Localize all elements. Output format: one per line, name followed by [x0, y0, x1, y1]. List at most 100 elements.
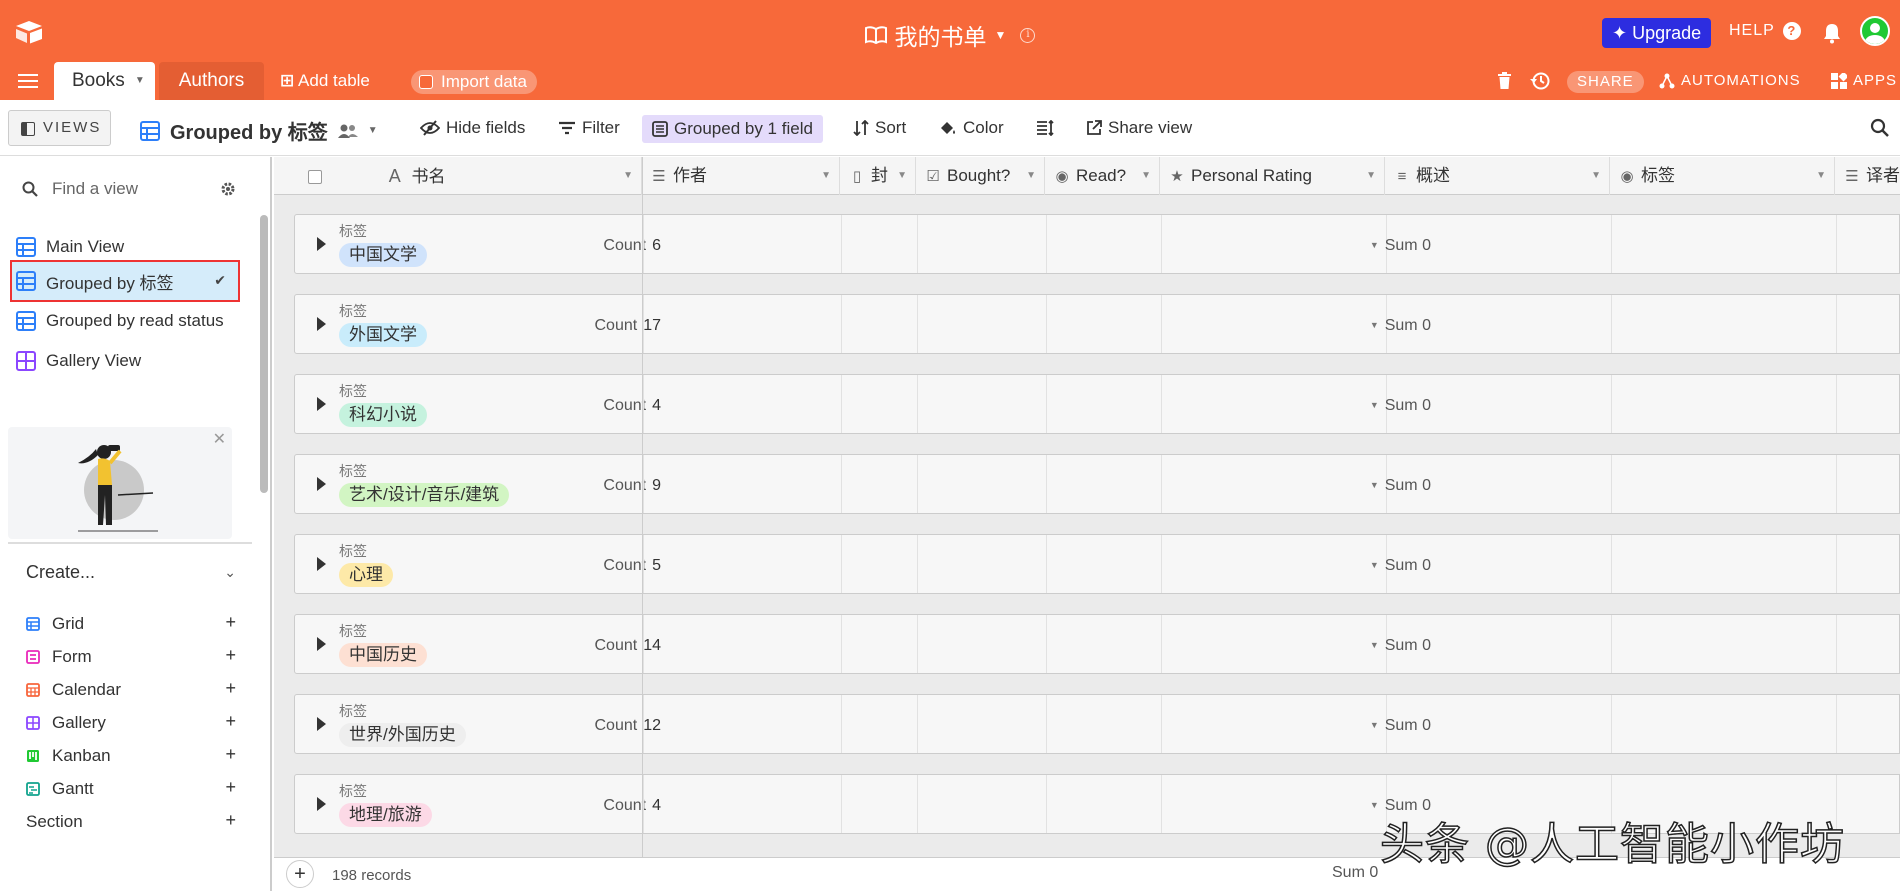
expand-arrow-icon[interactable] [317, 717, 326, 731]
tab-books[interactable]: Books ▼ [54, 62, 155, 100]
column-header-bought[interactable]: ☑ Bought? ▼ [917, 157, 1045, 195]
group-row[interactable]: 标签 外国文学 Count 17 ▼ Sum 0 [294, 294, 1900, 354]
current-view-switcher[interactable]: Grouped by 标签 ▼ [140, 116, 378, 145]
column-separator [643, 615, 644, 673]
create-section-button[interactable]: Section + [26, 807, 236, 837]
column-header-title[interactable]: A 书名 ▼ [274, 157, 642, 195]
sidebar-scrollbar[interactable] [260, 215, 268, 493]
column-header-author[interactable]: ☰ 作者 ▼ [643, 157, 840, 195]
column-header-cover[interactable]: ▯ 封 ▼ [841, 157, 916, 195]
create-gallery-button[interactable]: Gallery + [26, 708, 236, 738]
column-header-read[interactable]: ◉ Read? ▼ [1046, 157, 1160, 195]
chevron-down-icon[interactable]: ▼ [1026, 157, 1036, 195]
view-item-main[interactable]: Main View [12, 228, 238, 266]
column-header-summary[interactable]: ≡ 概述 ▼ [1386, 157, 1610, 195]
text-field-icon: A [388, 166, 401, 186]
column-header-personal-rating[interactable]: ★ Personal Rating ▼ [1161, 157, 1385, 195]
create-view-header[interactable]: Create... ⌄ [26, 562, 236, 583]
apps-button[interactable]: APPS [1831, 72, 1897, 89]
help-button[interactable]: HELP? [1729, 22, 1801, 40]
views-toggle-button[interactable]: VIEWS [8, 110, 111, 146]
expand-arrow-icon[interactable] [317, 397, 326, 411]
create-calendar-button[interactable]: Calendar + [26, 675, 236, 705]
group-row[interactable]: 标签 艺术/设计/音乐/建筑 Count 9 ▼ Sum 0 [294, 454, 1900, 514]
plus-icon[interactable]: + [225, 612, 236, 633]
group-row[interactable]: 标签 科幻小说 Count 4 ▼ Sum 0 [294, 374, 1900, 434]
group-sum[interactable]: ▼ Sum 0 [1333, 717, 1431, 735]
chevron-down-icon[interactable]: ▼ [1366, 157, 1376, 195]
tab-authors[interactable]: Authors [159, 62, 264, 100]
plus-icon[interactable]: + [225, 711, 236, 732]
chevron-down-icon[interactable]: ⌄ [224, 564, 236, 581]
group-sum[interactable]: ▼ Sum 0 [1333, 477, 1431, 495]
avatar[interactable] [1860, 16, 1890, 46]
add-record-button[interactable]: + [286, 860, 314, 888]
chevron-down-icon[interactable]: ▼ [135, 75, 145, 86]
create-grid-button[interactable]: Grid + [26, 609, 236, 639]
chevron-down-icon[interactable]: ▼ [995, 28, 1007, 42]
upgrade-button[interactable]: ✦ Upgrade [1602, 18, 1712, 48]
create-kanban-button[interactable]: Kanban + [26, 741, 236, 771]
row-height-icon[interactable] [1036, 120, 1054, 136]
group-sum[interactable]: ▼ Sum 0 [1333, 397, 1431, 415]
sum-label: Sum [1384, 637, 1418, 654]
hide-fields-button[interactable]: Hide fields [420, 118, 525, 138]
column-separator [841, 695, 842, 753]
column-header-tag[interactable]: ◉ 标签 ▼ [1611, 157, 1835, 195]
plus-icon[interactable]: + [225, 678, 236, 699]
expand-arrow-icon[interactable] [317, 477, 326, 491]
expand-arrow-icon[interactable] [317, 797, 326, 811]
plus-icon[interactable]: + [225, 810, 236, 831]
group-row[interactable]: 标签 心理 Count 5 ▼ Sum 0 [294, 534, 1900, 594]
filter-button[interactable]: Filter [558, 118, 620, 138]
view-item-grouped-by-tag[interactable]: Grouped by 标签 ✔ [10, 260, 240, 302]
group-sum[interactable]: ▼ Sum 0 [1333, 237, 1431, 255]
gear-icon[interactable] [220, 181, 236, 197]
close-icon[interactable]: ✕ [213, 429, 226, 449]
chevron-down-icon[interactable]: ▼ [623, 157, 633, 195]
plus-icon[interactable]: + [225, 777, 236, 798]
view-item-gallery[interactable]: Gallery View [12, 342, 238, 380]
chevron-down-icon[interactable]: ▼ [1141, 157, 1151, 195]
expand-arrow-icon[interactable] [317, 237, 326, 251]
view-item-grouped-by-read-status[interactable]: Grouped by read status [12, 302, 238, 340]
group-row[interactable]: 标签 中国历史 Count 14 ▼ Sum 0 [294, 614, 1900, 674]
share-button[interactable]: SHARE [1567, 71, 1644, 93]
automations-button[interactable]: AUTOMATIONS [1659, 72, 1801, 89]
group-sum[interactable]: ▼ Sum 0 [1333, 637, 1431, 655]
sort-button[interactable]: Sort [853, 118, 906, 138]
group-row[interactable]: 标签 中国文学 Count 6 ▼ Sum 0 [294, 214, 1900, 274]
expand-arrow-icon[interactable] [317, 317, 326, 331]
group-button[interactable]: Grouped by 1 field [642, 115, 823, 143]
trash-icon[interactable] [1498, 72, 1511, 89]
bell-icon[interactable] [1822, 22, 1842, 44]
select-all-checkbox[interactable] [308, 170, 322, 184]
group-row[interactable]: 标签 世界/外国历史 Count 12 ▼ Sum 0 [294, 694, 1900, 754]
group-sum[interactable]: ▼ Sum 0 [1333, 557, 1431, 575]
sum-label: Sum [1384, 237, 1418, 254]
plus-icon[interactable]: + [225, 645, 236, 666]
column-header-translator[interactable]: ☰ 译者 [1836, 157, 1900, 195]
chevron-down-icon[interactable]: ▼ [1816, 157, 1826, 195]
plus-icon[interactable]: + [225, 744, 236, 765]
column-separator [1046, 615, 1047, 673]
info-icon[interactable]: i [1020, 27, 1036, 43]
chevron-down-icon[interactable]: ▼ [897, 157, 907, 195]
column-separator [1161, 375, 1162, 433]
expand-arrow-icon[interactable] [317, 637, 326, 651]
expand-arrow-icon[interactable] [317, 557, 326, 571]
history-icon[interactable] [1530, 71, 1550, 91]
chevron-down-icon[interactable]: ▼ [368, 125, 378, 136]
group-sum[interactable]: ▼ Sum 0 [1333, 317, 1431, 335]
find-view-input[interactable]: Find a view [12, 171, 248, 207]
chevron-down-icon[interactable]: ▼ [821, 157, 831, 195]
chevron-down-icon[interactable]: ▼ [1591, 157, 1601, 195]
search-icon[interactable] [1870, 118, 1890, 138]
color-button[interactable]: Color [939, 118, 1004, 138]
import-data-button[interactable]: Import data [411, 70, 537, 94]
share-view-button[interactable]: Share view [1086, 118, 1192, 138]
add-table-button[interactable]: ⊞ Add table [280, 71, 370, 91]
menu-icon[interactable] [18, 74, 38, 88]
create-form-button[interactable]: Form + [26, 642, 236, 672]
create-gantt-button[interactable]: Gantt + [26, 774, 236, 804]
